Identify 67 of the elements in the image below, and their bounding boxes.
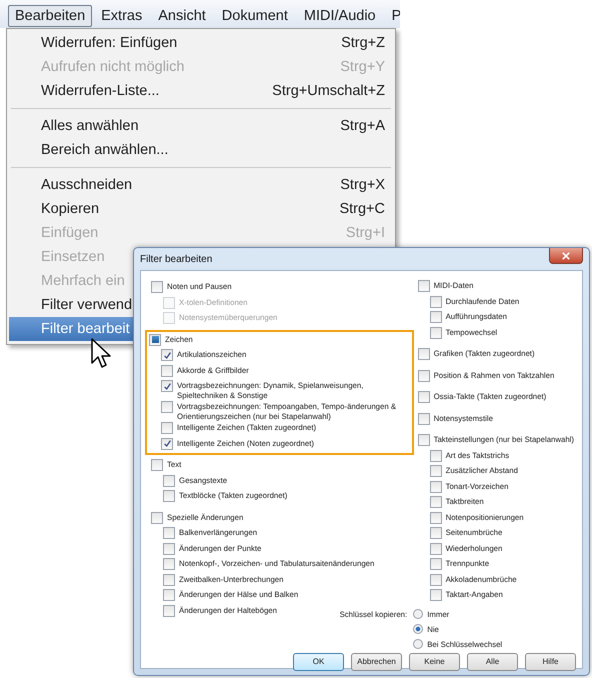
menu-bar-item[interactable]: MIDI/Audio [296,5,383,27]
checkbox[interactable] [161,364,173,376]
checkbox[interactable] [163,527,175,539]
checkbox[interactable] [163,490,175,502]
checkbox[interactable] [430,465,442,477]
menu-item[interactable]: Widerrufen-Liste... Strg+Umschalt+Z [9,79,393,103]
menu-bar-item[interactable]: Ansicht [151,5,213,27]
menu-item[interactable]: Kopieren Strg+C [9,197,393,221]
checkbox[interactable] [161,349,173,361]
checkbox[interactable] [163,542,175,554]
checkbox[interactable] [151,281,163,293]
checkbox[interactable] [430,512,442,524]
radio-button[interactable] [413,638,424,648]
checkbox[interactable] [418,370,430,382]
mouse-pointer-icon [90,337,112,369]
checkbox[interactable] [163,589,175,601]
dialog-button[interactable]: Hilfe [525,652,576,670]
checkbox[interactable] [161,401,173,413]
menu-bar-item[interactable]: Dokument [214,5,295,27]
shortcut-label: Strg+C [339,201,385,217]
shortcut-label: Strg+A [340,118,385,134]
checkbox[interactable] [430,589,442,601]
close-icon [562,252,570,260]
dialog-button[interactable]: OK [293,652,344,670]
checkbox[interactable] [430,326,442,338]
menu-item[interactable]: Widerrufen: Einfügen Strg+Z [9,31,393,55]
checkbox[interactable] [430,311,442,323]
dialog-button[interactable]: Alle [467,652,518,670]
checkbox[interactable] [149,334,161,346]
checkbox[interactable] [430,480,442,492]
menu-item[interactable]: Bereich anwählen... [9,138,393,162]
radio-button[interactable] [413,608,424,618]
checkbox[interactable] [418,434,430,446]
checkbox[interactable] [418,412,430,424]
checkbox[interactable] [163,604,175,616]
dialog-button[interactable]: Keine [409,652,460,670]
checkbox[interactable] [430,542,442,554]
checkbox[interactable] [430,574,442,586]
checkbox[interactable] [151,459,163,471]
checkbox[interactable] [161,438,173,450]
menu-bar-item[interactable]: Extras [94,5,150,27]
shortcut-label: Strg+Umschalt+Z [272,83,385,99]
checkbox[interactable] [430,527,442,539]
checkbox[interactable] [161,422,173,434]
shortcut-label: Strg+X [340,177,385,193]
checkbox[interactable] [151,512,163,524]
checkbox[interactable] [418,391,430,403]
menu-bar-item[interactable]: Bearbeiten [8,5,92,27]
menu-item[interactable]: Ausschneiden Strg+X [9,173,393,197]
checkbox[interactable] [163,558,175,570]
shortcut-label: Strg+Y [340,59,385,75]
checkbox[interactable] [430,296,442,308]
checkbox[interactable] [163,474,175,486]
checkbox[interactable] [161,380,173,392]
checkbox[interactable] [430,558,442,570]
shortcut-label: Strg+I [346,225,385,241]
radio-button[interactable] [413,624,424,634]
checkbox[interactable] [418,280,430,292]
checkbox[interactable] [430,496,442,508]
shortcut-label: Strg+Z [341,35,385,51]
close-button[interactable] [549,248,583,264]
checkbox[interactable] [430,450,442,462]
menu-item[interactable]: Alles anwählen Strg+A [9,114,393,138]
dialog-button[interactable]: Abbrechen [351,652,402,670]
checkbox[interactable] [418,348,430,360]
dialog-title: Filter bearbeiten [140,253,212,265]
checkbox[interactable] [163,574,175,586]
